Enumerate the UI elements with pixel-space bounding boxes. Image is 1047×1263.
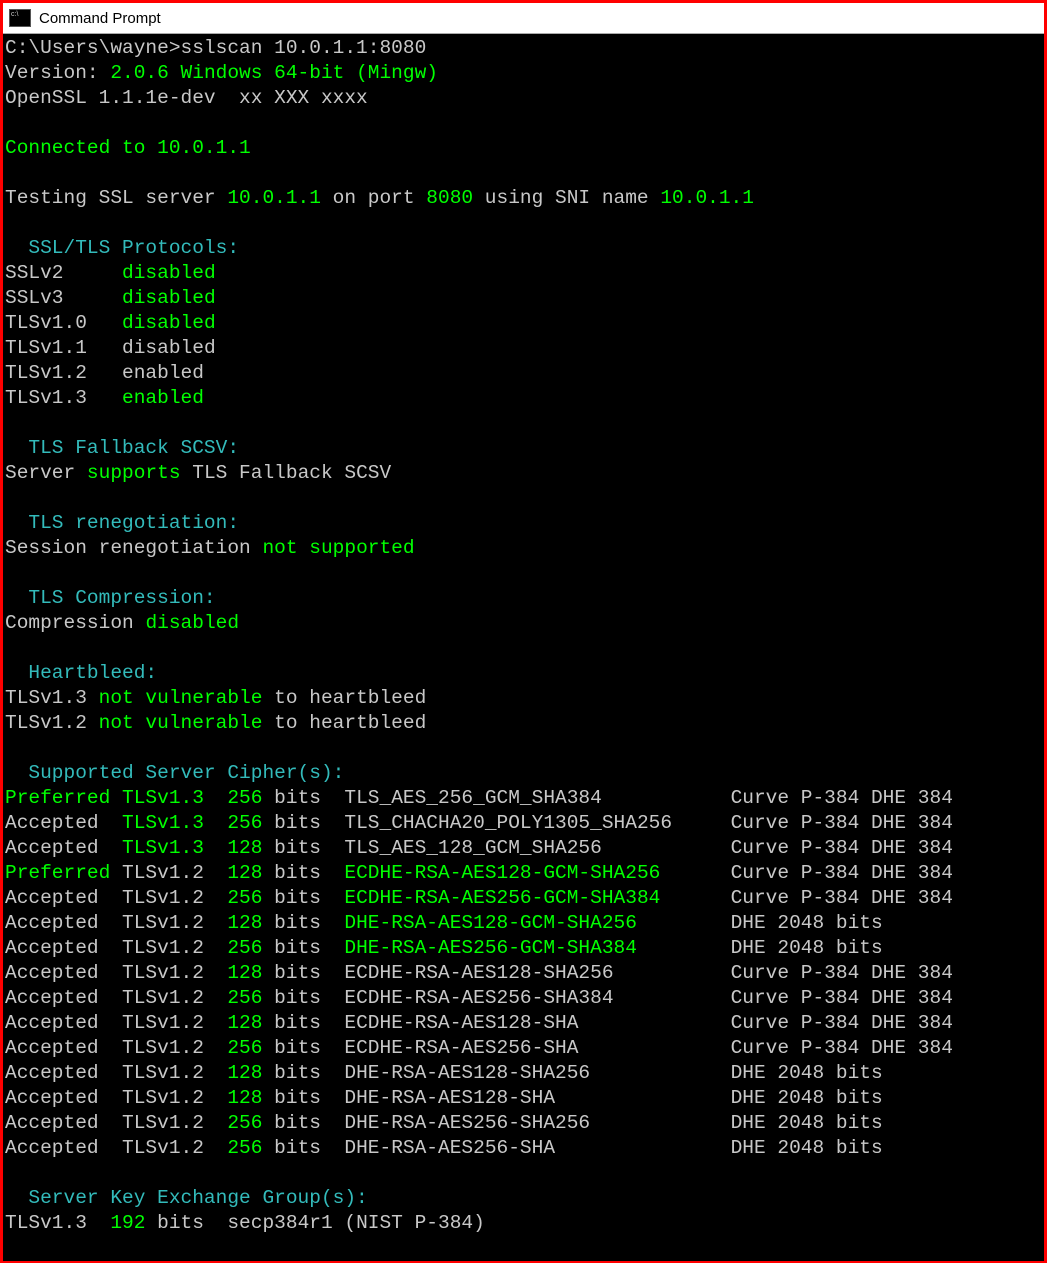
window: Command Prompt C:\Users\wayne>sslscan 10… bbox=[0, 0, 1047, 1263]
terminal-output[interactable]: C:\Users\wayne>sslscan 10.0.1.1:8080Vers… bbox=[3, 34, 1044, 1261]
window-title: Command Prompt bbox=[39, 10, 161, 27]
cmd-icon bbox=[9, 9, 31, 27]
titlebar[interactable]: Command Prompt bbox=[3, 3, 1044, 34]
